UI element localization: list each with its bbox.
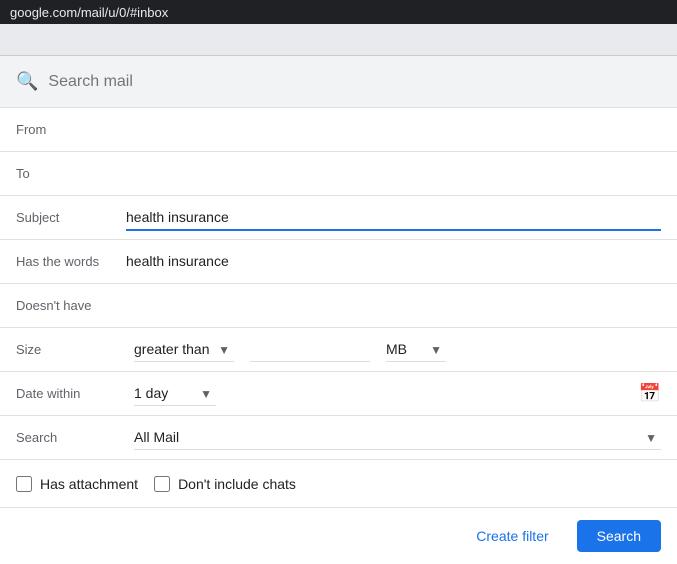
browser-tab-bar [0,24,677,56]
subject-row: Subject [0,196,677,240]
date-select-wrapper: 1 day3 days1 week2 weeks1 month2 months6… [134,381,216,406]
dont-include-chats-label: Don't include chats [178,476,296,492]
title-bar: google.com/mail/u/0/#inbox [0,0,677,24]
search-form: From To Subject Has the words Doesn't ha… [0,108,677,564]
search-in-label: Search [16,430,126,445]
has-words-row: Has the words [0,240,677,284]
subject-label: Subject [16,210,126,225]
dont-include-chats-checkbox[interactable] [154,476,170,492]
search-in-select[interactable]: All MailInboxStarredSent MailDraftsSpamT… [134,425,661,450]
doesnt-have-label: Doesn't have [16,298,126,313]
size-select-wrapper: greater thanless than ▼ [134,337,234,362]
has-words-label: Has the words [16,254,126,269]
doesnt-have-row: Doesn't have [0,284,677,328]
to-row: To [0,152,677,196]
action-row: Create filter Search [0,508,677,564]
date-within-row: Date within 1 day3 days1 week2 weeks1 mo… [0,372,677,416]
search-button[interactable]: Search [577,520,661,552]
has-words-input[interactable] [126,249,661,274]
date-within-select[interactable]: 1 day3 days1 week2 weeks1 month2 months6… [134,381,216,406]
size-select[interactable]: greater thanless than [134,337,234,362]
date-within-label: Date within [16,386,126,401]
search-input[interactable] [48,73,661,91]
size-row: Size greater thanless than ▼ MBKBBytes ▼ [0,328,677,372]
search-in-select-wrapper: All MailInboxStarredSent MailDraftsSpamT… [134,425,661,450]
to-label: To [16,166,126,181]
calendar-icon[interactable]: 📅 [639,383,661,404]
has-attachment-checkbox-label[interactable]: Has attachment [16,476,138,492]
search-bar: 🔍 [0,56,677,108]
checkboxes-row: Has attachment Don't include chats [0,460,677,508]
size-label: Size [16,342,126,357]
size-number-input[interactable] [250,337,370,362]
to-input[interactable] [126,161,661,186]
mb-select-wrapper: MBKBBytes ▼ [386,337,446,362]
search-in-row: Search All MailInboxStarredSent MailDraf… [0,416,677,460]
from-row: From [0,108,677,152]
mb-unit-select[interactable]: MBKBBytes [386,337,446,362]
search-icon: 🔍 [16,71,38,92]
has-attachment-label: Has attachment [40,476,138,492]
dont-include-chats-checkbox-label[interactable]: Don't include chats [154,476,296,492]
from-label: From [16,122,126,137]
has-attachment-checkbox[interactable] [16,476,32,492]
url-text: google.com/mail/u/0/#inbox [10,5,168,20]
from-input[interactable] [126,117,661,142]
subject-input[interactable] [126,205,661,231]
doesnt-have-input[interactable] [126,293,661,318]
create-filter-button[interactable]: Create filter [460,520,564,552]
